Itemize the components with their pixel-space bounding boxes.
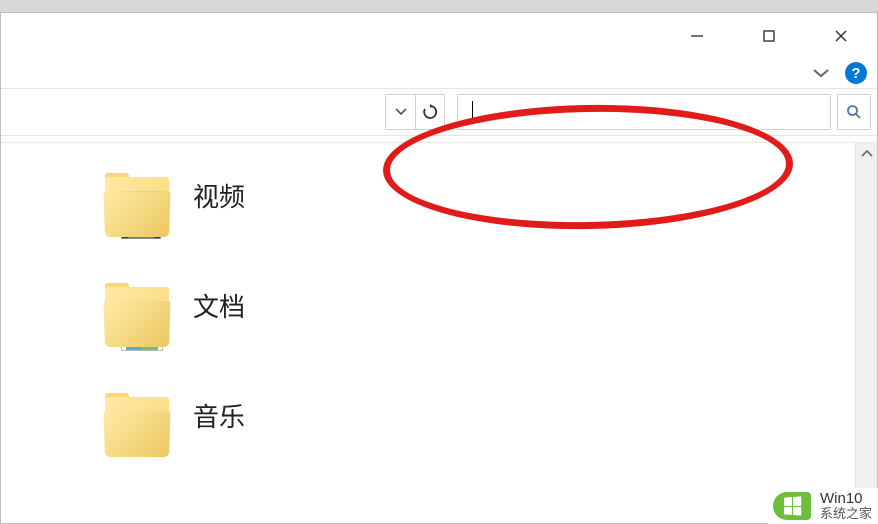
scroll-up-button[interactable]	[856, 143, 877, 165]
ribbon-area: ?	[1, 58, 877, 88]
watermark-subtitle: 系统之家	[820, 507, 872, 521]
refresh-icon	[422, 104, 438, 120]
search-icon	[846, 104, 862, 120]
help-button[interactable]: ?	[845, 62, 867, 84]
chevron-down-icon	[812, 67, 830, 79]
folder-item-documents[interactable]: A 文档	[101, 283, 855, 355]
content-area: 视频 A 文档	[1, 143, 877, 513]
folder-label: 音乐	[193, 393, 245, 434]
folder-label: 文档	[193, 283, 245, 324]
folder-label: 视频	[193, 173, 245, 214]
close-icon	[834, 29, 848, 43]
watermark-logo-icon	[770, 490, 814, 522]
vertical-scrollbar[interactable]	[855, 143, 877, 513]
close-button[interactable]	[805, 13, 877, 58]
folder-icon: A	[101, 283, 173, 355]
ribbon-expand-button[interactable]	[809, 61, 833, 85]
folder-icon: ♪	[101, 393, 173, 465]
folder-list: 视频 A 文档	[1, 143, 855, 513]
search-button[interactable]	[837, 94, 871, 130]
chevron-up-icon	[861, 150, 873, 158]
search-box[interactable]	[457, 94, 831, 130]
titlebar[interactable]	[1, 13, 877, 58]
folder-icon	[101, 173, 173, 245]
help-icon: ?	[851, 65, 860, 82]
folder-item-videos[interactable]: 视频	[101, 173, 855, 245]
watermark: Win10 系统之家	[768, 488, 878, 524]
search-input[interactable]	[466, 95, 822, 129]
watermark-title: Win10	[820, 491, 872, 508]
address-bar-row	[1, 88, 877, 136]
explorer-window: ?	[0, 12, 878, 524]
minimize-button[interactable]	[661, 13, 733, 58]
window-controls	[661, 13, 877, 58]
minimize-icon	[690, 29, 704, 43]
maximize-icon	[762, 29, 776, 43]
text-cursor	[472, 101, 473, 123]
folder-item-music[interactable]: ♪ 音乐	[101, 393, 855, 465]
address-history-dropdown[interactable]	[385, 94, 415, 130]
maximize-button[interactable]	[733, 13, 805, 58]
refresh-button[interactable]	[415, 94, 445, 130]
watermark-text: Win10 系统之家	[820, 491, 872, 522]
chevron-down-icon	[395, 108, 407, 116]
